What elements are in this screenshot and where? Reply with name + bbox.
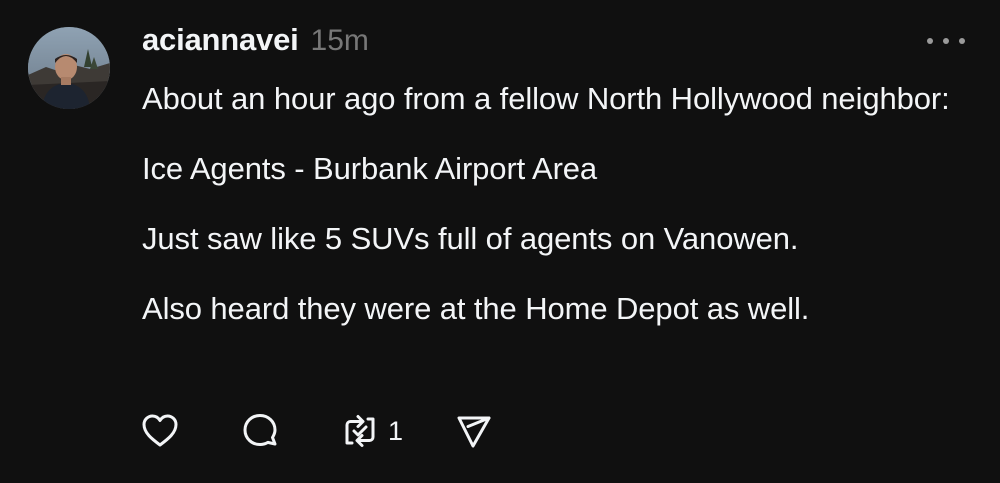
repost-icon (345, 415, 375, 447)
avatar[interactable] (28, 27, 110, 109)
share-button[interactable] (451, 409, 495, 453)
send-icon (457, 416, 491, 448)
action-bar: 1 (138, 408, 495, 454)
more-dot (927, 38, 933, 44)
thread-post: aciannavei 15m About an hour ago from a … (0, 0, 1000, 483)
post-paragraph: About an hour ago from a fellow North Ho… (142, 81, 950, 116)
comment-icon (243, 414, 277, 446)
repost-count: 1 (388, 415, 404, 446)
post-paragraph: Just saw like 5 SUVs full of agents on V… (142, 221, 799, 256)
profile-photo (28, 27, 110, 109)
post-paragraph: Ice Agents - Burbank Airport Area (142, 151, 598, 186)
post-text: About an hour ago from a fellow North Ho… (142, 76, 962, 332)
username[interactable]: aciannavei (142, 22, 299, 58)
heart-icon (142, 414, 178, 447)
post-header: aciannavei 15m (142, 22, 369, 66)
repost-button[interactable]: 1 (338, 409, 403, 453)
post-paragraph: Also heard they were at the Home Depot a… (142, 291, 810, 326)
like-button[interactable] (138, 409, 182, 453)
more-icon[interactable] (927, 30, 965, 52)
timestamp: 15m (310, 24, 369, 57)
more-dot (959, 38, 965, 44)
more-dot (943, 38, 949, 44)
reply-button[interactable] (238, 409, 282, 453)
